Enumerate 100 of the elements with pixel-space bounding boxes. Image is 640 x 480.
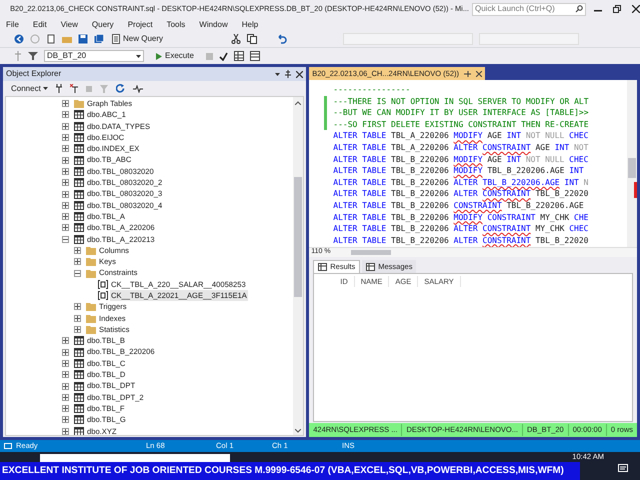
table-icon (74, 178, 84, 188)
expand-icon[interactable] (62, 145, 69, 152)
table-icon (74, 415, 84, 424)
expand-icon[interactable] (62, 202, 69, 209)
code-token: ALTER (333, 188, 358, 200)
cut-icon[interactable] (231, 34, 242, 44)
expand-icon[interactable] (62, 428, 69, 435)
expand-icon[interactable] (62, 416, 69, 424)
expand-icon[interactable] (62, 100, 69, 108)
expand-icon[interactable] (74, 314, 81, 322)
expand-icon[interactable] (62, 337, 69, 344)
expand-icon[interactable] (62, 122, 69, 130)
expand-icon[interactable] (62, 348, 69, 356)
close-icon[interactable] (296, 70, 304, 78)
expand-icon[interactable] (62, 134, 69, 142)
code-token: TBL_B_220206 (391, 154, 449, 166)
expand-icon[interactable] (74, 303, 81, 310)
expand-icon[interactable] (62, 405, 69, 412)
expand-icon[interactable] (62, 111, 69, 118)
save-all-icon[interactable] (94, 34, 104, 44)
menu-item[interactable]: Help (242, 18, 258, 30)
code-token: TBL_B_22020 (535, 188, 588, 200)
menu-item[interactable]: Edit (32, 18, 47, 30)
restore-icon[interactable] (613, 5, 621, 13)
scroll-down-icon[interactable] (295, 429, 302, 433)
expand-icon[interactable] (62, 156, 69, 164)
filter-icon[interactable] (28, 51, 38, 61)
close-icon[interactable] (476, 70, 482, 76)
grid-icon[interactable] (234, 51, 244, 61)
connect-button[interactable]: Connect (11, 82, 48, 94)
new-query-button[interactable]: New Query (110, 33, 166, 45)
dropdown-field[interactable] (343, 33, 474, 45)
code-token: MODIFY (454, 212, 483, 224)
scroll-up-icon[interactable] (295, 101, 302, 105)
code-token: INT (569, 165, 584, 177)
menu-item[interactable]: View (60, 18, 78, 30)
code-token: CHEC (569, 130, 588, 142)
disconnect-icon[interactable] (70, 84, 78, 93)
table-icon (74, 382, 84, 391)
menu-item[interactable]: Tools (166, 18, 186, 30)
code-token: TBL_B_220206.AGE (482, 176, 560, 188)
play-icon (156, 52, 162, 60)
execute-button[interactable]: Execute (156, 50, 194, 62)
code-token: TABLE (362, 154, 386, 166)
close-icon[interactable] (632, 5, 640, 13)
code-token: TABLE (362, 212, 386, 224)
database-dropdown[interactable]: DB_BT_20 (44, 50, 144, 62)
expand-icon[interactable] (62, 360, 69, 367)
caret-icon (42, 87, 48, 90)
table-icon (74, 348, 84, 357)
dropdown-icon[interactable] (275, 72, 280, 76)
collapse-icon[interactable] (74, 270, 81, 277)
dropdown-field[interactable] (479, 33, 580, 45)
taskbar-search-field[interactable] (40, 454, 230, 462)
menu-item[interactable]: Query (92, 18, 114, 30)
code-comment: ---------------- (333, 84, 410, 96)
activity-icon[interactable] (132, 84, 143, 92)
expand-icon[interactable] (62, 179, 69, 186)
checkmark-icon[interactable] (218, 52, 228, 60)
collapse-icon[interactable] (62, 236, 69, 243)
undo-icon[interactable] (277, 34, 288, 44)
quick-launch-field[interactable]: Quick Launch (Ctrl+Q) (472, 2, 586, 16)
code-token: TABLE (362, 142, 386, 154)
notification-icon[interactable] (618, 464, 628, 474)
table-icon (74, 358, 84, 368)
code-token: ALTER (333, 154, 358, 166)
expand-icon[interactable] (62, 190, 69, 198)
status-icon (4, 443, 12, 449)
code-comment: ---SO FIRST DELETE EXISTING CONSTRAINT THEN RE-CREATE (333, 118, 589, 130)
expand-icon[interactable] (62, 224, 69, 232)
menu-item[interactable]: File (6, 18, 19, 30)
code-token: INT (506, 130, 522, 142)
scrollbar[interactable] (627, 80, 637, 247)
scroll-thumb[interactable] (628, 158, 636, 178)
code-token: ALTER (333, 142, 358, 154)
expand-icon[interactable] (62, 371, 69, 378)
grid-icon[interactable] (250, 51, 260, 61)
expand-icon[interactable] (74, 258, 81, 266)
expand-icon[interactable] (74, 326, 81, 334)
copy-icon[interactable] (247, 34, 258, 44)
constraint-icon (98, 291, 108, 300)
code-comment: --BUT WE CAN MODIFY IT BY USER INTERFACE AS [TABLE]>> (333, 107, 589, 119)
scroll-thumb[interactable] (294, 177, 302, 297)
refresh-icon[interactable] (116, 84, 125, 93)
table-icon (74, 190, 84, 199)
expand-icon[interactable] (62, 213, 69, 220)
expand-icon[interactable] (74, 247, 81, 254)
scrollbar[interactable] (293, 97, 304, 435)
horizontal-scroll-thumb[interactable] (350, 250, 391, 255)
save-icon[interactable] (78, 34, 88, 44)
code-token: CHEC (569, 223, 588, 235)
menu-item[interactable]: Window (199, 18, 228, 30)
code-token: MODIFY (454, 154, 483, 166)
code-token: ALTER (333, 223, 358, 235)
expand-icon[interactable] (62, 394, 69, 401)
expand-icon[interactable] (62, 168, 69, 175)
back-icon[interactable] (14, 34, 24, 44)
expand-icon[interactable] (62, 382, 69, 390)
menu-item[interactable]: Project (128, 18, 153, 30)
new-item-icon[interactable] (46, 34, 56, 44)
